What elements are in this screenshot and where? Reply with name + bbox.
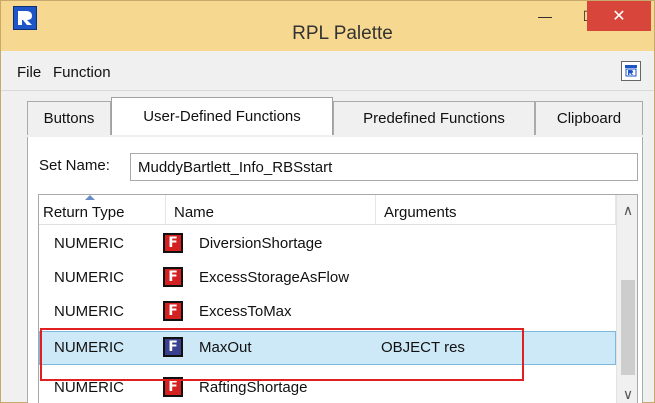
table-row[interactable]: NUMERIC F RaftingShortage bbox=[39, 371, 616, 403]
column-divider[interactable] bbox=[375, 195, 376, 225]
close-icon: ✕ bbox=[612, 8, 626, 25]
table-header: Return Type Name Arguments bbox=[39, 195, 616, 225]
functions-table: Return Type Name Arguments NUMERIC F Div… bbox=[38, 194, 638, 403]
tab-clipboard[interactable]: Clipboard bbox=[535, 101, 643, 135]
table-row[interactable]: NUMERIC F ExcessStorageAsFlow bbox=[39, 261, 616, 295]
row-return-type: NUMERIC bbox=[54, 235, 124, 252]
function-icon: F bbox=[163, 337, 183, 357]
column-divider[interactable] bbox=[165, 195, 166, 225]
sort-ascending-icon bbox=[85, 195, 95, 200]
rpl-palette-window: RPL Palette — ☐ ✕ File Function Buttons … bbox=[0, 0, 655, 403]
function-icon: F bbox=[163, 377, 183, 397]
tab-bar: Buttons User-Defined Functions Predefine… bbox=[1, 97, 654, 137]
detach-palette-icon[interactable] bbox=[621, 61, 641, 81]
row-return-type: NUMERIC bbox=[54, 339, 124, 356]
row-return-type: NUMERIC bbox=[54, 303, 124, 320]
vertical-scrollbar[interactable]: ∧ ∨ bbox=[616, 195, 637, 403]
table-row[interactable]: NUMERIC F DiversionShortage bbox=[39, 227, 616, 261]
minimize-button[interactable]: — bbox=[523, 1, 567, 31]
user-defined-functions-pane: Set Name: Return Type Name Arguments NUM… bbox=[27, 137, 643, 403]
table-row-selected[interactable]: NUMERIC F MaxOut OBJECT res bbox=[39, 331, 616, 365]
column-header-arguments[interactable]: Arguments bbox=[384, 204, 457, 221]
table-row[interactable]: NUMERIC F ExcessToMax bbox=[39, 295, 616, 329]
tab-user-defined-functions[interactable]: User-Defined Functions bbox=[111, 97, 333, 135]
tab-predefined-functions[interactable]: Predefined Functions bbox=[333, 101, 535, 135]
column-header-return-type[interactable]: Return Type bbox=[43, 204, 124, 221]
set-name-label: Set Name: bbox=[39, 157, 110, 174]
chevron-up-icon[interactable]: ∧ bbox=[617, 199, 637, 221]
chevron-down-icon[interactable]: ∨ bbox=[617, 383, 637, 403]
row-function-name: RaftingShortage bbox=[199, 379, 308, 396]
tab-buttons[interactable]: Buttons bbox=[27, 101, 111, 135]
menu-bar: File Function bbox=[1, 51, 654, 91]
row-arguments: OBJECT res bbox=[381, 339, 465, 356]
row-function-name: ExcessToMax bbox=[199, 303, 292, 320]
set-name-field[interactable] bbox=[130, 153, 638, 181]
row-function-name: DiversionShortage bbox=[199, 235, 323, 252]
row-function-name: ExcessStorageAsFlow bbox=[199, 269, 350, 286]
menu-function[interactable]: Function bbox=[53, 64, 111, 81]
menu-file[interactable]: File bbox=[17, 64, 41, 81]
function-icon: F bbox=[163, 233, 183, 253]
row-return-type: NUMERIC bbox=[54, 379, 124, 396]
scrollbar-thumb[interactable] bbox=[621, 280, 635, 375]
row-return-type: NUMERIC bbox=[54, 269, 124, 286]
row-function-name: MaxOut bbox=[199, 339, 252, 356]
minimize-icon: — bbox=[538, 8, 552, 24]
function-icon: F bbox=[163, 267, 183, 287]
title-bar[interactable]: RPL Palette — ☐ ✕ bbox=[1, 1, 654, 51]
column-header-name[interactable]: Name bbox=[174, 204, 214, 221]
close-button[interactable]: ✕ bbox=[587, 1, 651, 31]
function-icon: F bbox=[163, 301, 183, 321]
